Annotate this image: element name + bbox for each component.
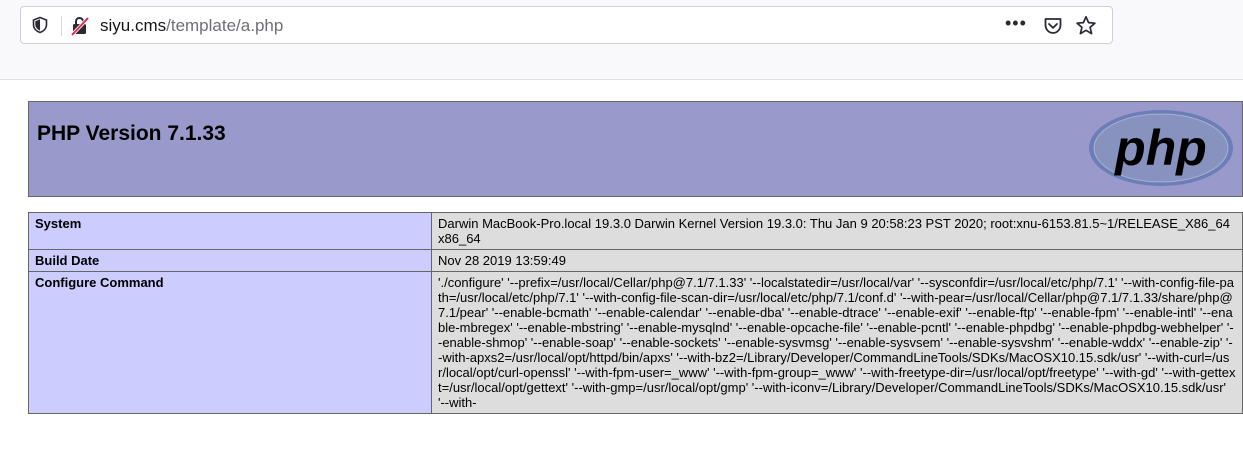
table-row: System Darwin MacBook-Pro.local 19.3.0 D… bbox=[28, 212, 1243, 250]
phpinfo-header: PHP Version 7.1.33 php bbox=[28, 101, 1243, 197]
phpinfo-table: System Darwin MacBook-Pro.local 19.3.0 D… bbox=[28, 212, 1243, 414]
phpinfo-content: PHP Version 7.1.33 php bbox=[28, 101, 1243, 197]
php-logo-text: php bbox=[1113, 120, 1207, 176]
row-value: Nov 28 2019 13:59:49 bbox=[431, 249, 1243, 272]
row-key: Build Date bbox=[28, 249, 432, 272]
browser-chrome: siyu.cms/template/a.php ••• bbox=[0, 0, 1243, 80]
bookmark-star-icon[interactable] bbox=[1074, 14, 1098, 38]
shield-icon[interactable] bbox=[31, 16, 49, 34]
address-separator bbox=[61, 16, 62, 36]
php-logo-icon[interactable]: php bbox=[1088, 108, 1234, 188]
row-value: './configure' '--prefix=/usr/local/Cella… bbox=[431, 271, 1243, 414]
page-title: PHP Version 7.1.33 bbox=[37, 122, 226, 145]
table-row: Configure Command './configure' '--prefi… bbox=[28, 271, 1243, 414]
row-key: Configure Command bbox=[28, 271, 432, 414]
url-path: /template/a.php bbox=[166, 16, 284, 35]
row-key: System bbox=[28, 212, 432, 250]
url-text[interactable]: siyu.cms/template/a.php bbox=[100, 16, 283, 36]
table-row: Build Date Nov 28 2019 13:59:49 bbox=[28, 249, 1243, 272]
address-bar[interactable]: siyu.cms/template/a.php ••• bbox=[20, 6, 1113, 44]
page-actions-more-icon[interactable]: ••• bbox=[1005, 13, 1027, 34]
insecure-connection-icon[interactable] bbox=[69, 15, 91, 37]
pocket-icon[interactable] bbox=[1042, 15, 1064, 37]
row-value: Darwin MacBook-Pro.local 19.3.0 Darwin K… bbox=[431, 212, 1243, 250]
url-host: siyu.cms bbox=[100, 16, 167, 35]
